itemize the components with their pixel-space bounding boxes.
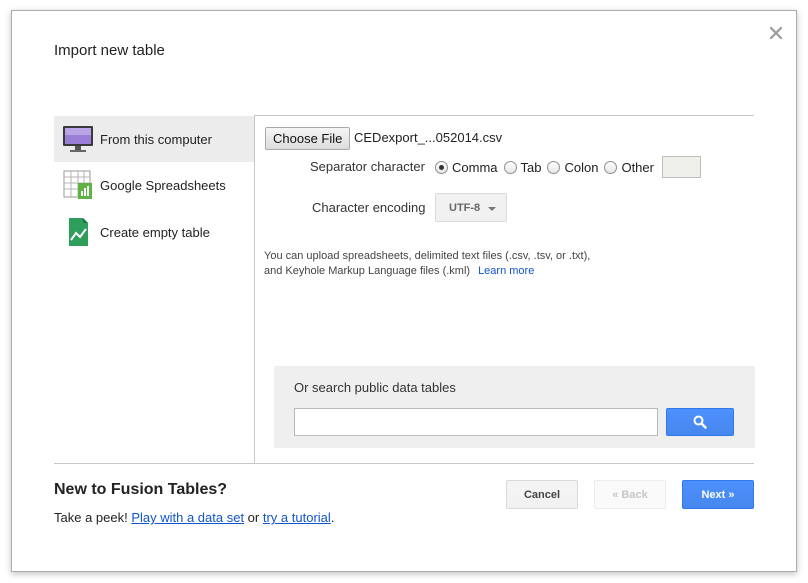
next-button[interactable]: Next »	[682, 480, 754, 509]
encoding-value: UTF-8	[449, 201, 481, 214]
search-button[interactable]	[666, 408, 734, 436]
separator-comma[interactable]: Comma	[435, 160, 498, 175]
source-item-label: Create empty table	[100, 224, 210, 240]
separator-option-label: Tab	[520, 159, 542, 175]
monitor-icon	[63, 126, 93, 152]
source-item-create-empty[interactable]: Create empty table	[54, 209, 254, 255]
encoding-select[interactable]: UTF-8	[435, 193, 507, 222]
separator-option-label: Comma	[452, 159, 498, 175]
separator-option-label: Colon	[564, 159, 599, 175]
help-line-1: You can upload spreadsheets, delimited t…	[264, 250, 591, 262]
cancel-button[interactable]: Cancel	[506, 480, 578, 509]
learn-more-link[interactable]: Learn more	[478, 265, 534, 277]
selected-file-name: CEDexport_...052014.csv	[354, 130, 503, 145]
import-dialog: Import new table From this computer Goog…	[11, 10, 797, 572]
bottom-divider	[54, 463, 754, 464]
tutorial-link[interactable]: try a tutorial	[263, 510, 331, 525]
back-button: « Back	[594, 480, 666, 509]
source-item-from-computer[interactable]: From this computer	[54, 116, 254, 162]
search-input[interactable]	[294, 408, 658, 436]
separator-options: Comma Tab Colon Other	[435, 156, 701, 178]
choose-file-button[interactable]: Choose File	[265, 127, 351, 150]
search-label: Or search public data tables	[294, 380, 456, 395]
radio-colon[interactable]	[547, 160, 561, 174]
radio-tab[interactable]	[503, 160, 517, 174]
promo-middle: or	[244, 510, 263, 525]
other-separator-input[interactable]	[661, 156, 701, 178]
promo-suffix: .	[330, 510, 335, 525]
spreadsheet-icon	[63, 170, 92, 199]
public-search-box: Or search public data tables	[274, 366, 755, 448]
dialog-title: Import new table	[54, 42, 165, 59]
source-item-label: From this computer	[100, 131, 212, 147]
search-icon	[693, 415, 707, 429]
promo-text: Take a peek! Play with a data set or try…	[54, 510, 334, 525]
chevron-down-icon	[488, 207, 496, 211]
source-item-label: Google Spreadsheets	[100, 177, 226, 193]
chart-sheet-icon	[69, 218, 88, 246]
upload-help-text: You can upload spreadsheets, delimited t…	[264, 249, 590, 279]
source-list: From this computer Google Spreadsheets C…	[54, 116, 254, 463]
upload-panel: Choose File CEDexport_...052014.csv Sepa…	[255, 116, 755, 463]
promo-prefix: Take a peek!	[54, 510, 132, 525]
separator-tab[interactable]: Tab	[503, 159, 542, 175]
source-item-google-spreadsheets[interactable]: Google Spreadsheets	[54, 162, 254, 208]
separator-colon[interactable]: Colon	[547, 160, 598, 175]
separator-other[interactable]: Other	[604, 160, 654, 175]
radio-comma[interactable]	[435, 160, 448, 174]
separator-option-label: Other	[621, 159, 654, 175]
radio-other[interactable]	[604, 160, 618, 174]
close-icon[interactable]	[768, 25, 784, 41]
play-dataset-link[interactable]: Play with a data set	[131, 510, 244, 525]
promo-title: New to Fusion Tables?	[54, 481, 228, 498]
separator-label: Separator character	[310, 159, 425, 174]
encoding-label: Character encoding	[312, 200, 426, 215]
help-line-2: and Keyhole Markup Language files (.kml)	[264, 265, 471, 277]
